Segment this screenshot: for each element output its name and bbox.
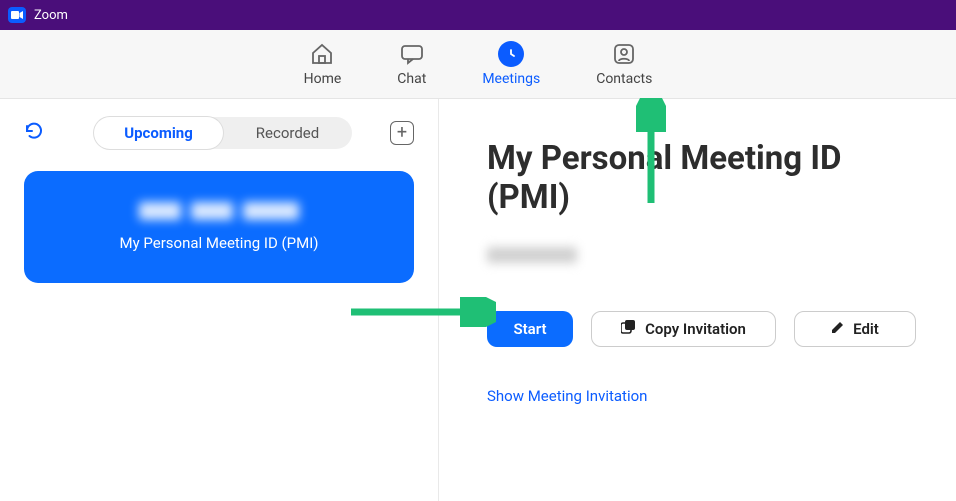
- pmi-card-label: My Personal Meeting ID (PMI): [119, 234, 318, 252]
- tab-recorded[interactable]: Recorded: [223, 117, 352, 149]
- clock-icon: [498, 41, 524, 67]
- nav-meetings[interactable]: Meetings: [482, 41, 540, 87]
- tab-recorded-label: Recorded: [256, 124, 319, 142]
- top-nav: Home Chat Meetings Contacts: [0, 30, 956, 99]
- meetings-list-pane: Upcoming Recorded + My Personal Meeting …: [0, 99, 439, 501]
- contacts-icon: [611, 41, 637, 67]
- plus-icon: +: [397, 124, 407, 142]
- detail-id-redacted: [487, 247, 916, 263]
- edit-button[interactable]: Edit: [794, 311, 916, 347]
- tab-upcoming-label: Upcoming: [124, 124, 193, 142]
- titlebar: Zoom: [0, 0, 956, 30]
- nav-home[interactable]: Home: [304, 41, 342, 87]
- edit-button-label: Edit: [853, 320, 879, 338]
- nav-contacts[interactable]: Contacts: [596, 41, 652, 87]
- copy-invitation-button[interactable]: Copy Invitation: [591, 311, 776, 347]
- meeting-detail-pane: My Personal Meeting ID (PMI) Start Copy …: [439, 99, 956, 501]
- copy-button-label: Copy Invitation: [645, 320, 746, 338]
- detail-title: My Personal Meeting ID (PMI): [487, 139, 916, 217]
- chat-icon: [399, 41, 425, 67]
- copy-icon: [621, 320, 637, 338]
- home-icon: [309, 41, 335, 67]
- nav-chat[interactable]: Chat: [397, 41, 426, 87]
- show-invitation-link[interactable]: Show Meeting Invitation: [487, 387, 916, 405]
- nav-meetings-label: Meetings: [482, 71, 540, 87]
- refresh-button[interactable]: [24, 121, 44, 145]
- list-tabs: Upcoming Recorded: [94, 117, 352, 149]
- content-area: Upcoming Recorded + My Personal Meeting …: [0, 99, 956, 501]
- pencil-icon: [831, 320, 845, 338]
- app-title: Zoom: [34, 8, 68, 23]
- pmi-id-redacted: [139, 202, 299, 220]
- start-button[interactable]: Start: [487, 311, 573, 347]
- add-meeting-button[interactable]: +: [390, 121, 414, 145]
- pmi-meeting-card[interactable]: My Personal Meeting ID (PMI): [24, 171, 414, 283]
- start-button-label: Start: [513, 320, 546, 338]
- list-header: Upcoming Recorded +: [24, 117, 414, 149]
- action-buttons: Start Copy Invitation Edit: [487, 311, 916, 347]
- nav-chat-label: Chat: [397, 71, 426, 87]
- nav-contacts-label: Contacts: [596, 71, 652, 87]
- zoom-logo-icon: [8, 7, 26, 23]
- tab-upcoming[interactable]: Upcoming: [94, 117, 223, 149]
- nav-home-label: Home: [304, 71, 342, 87]
